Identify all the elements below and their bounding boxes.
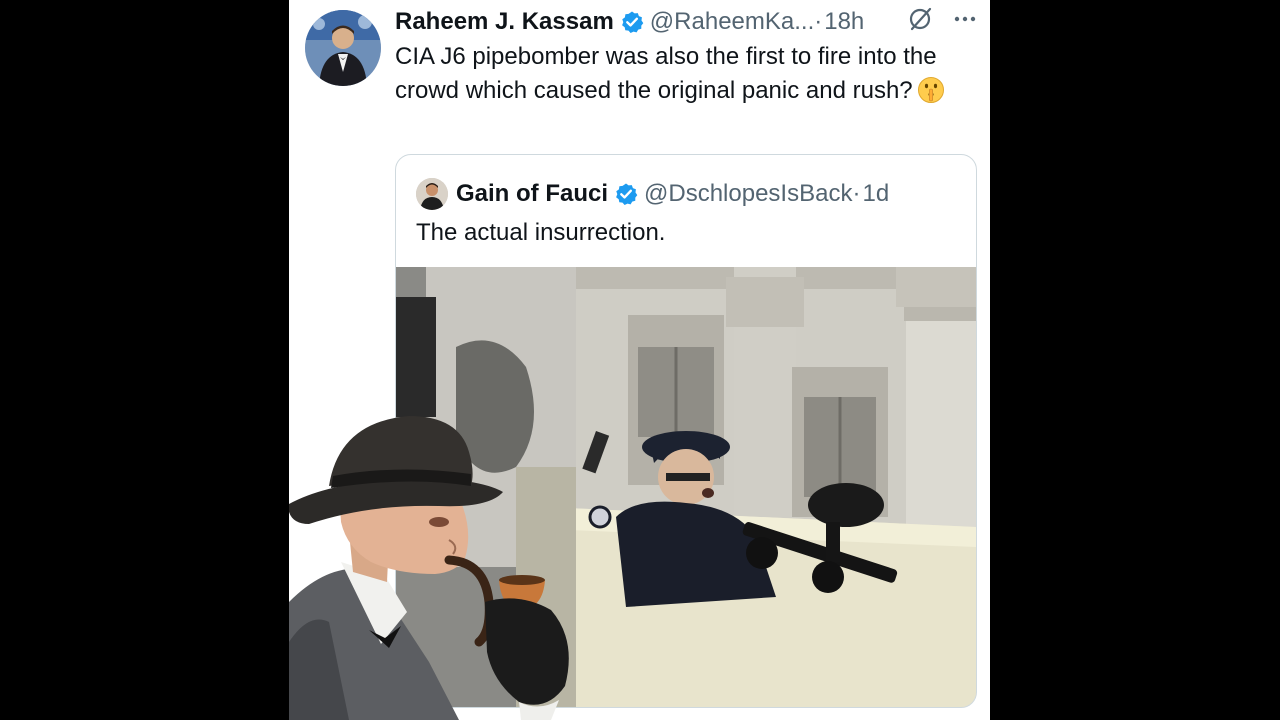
quote-timestamp[interactable]: 1d xyxy=(862,180,889,208)
tweet-body: CIA J6 pipebomber was also the first to … xyxy=(395,43,937,104)
verified-badge-icon xyxy=(620,10,644,34)
tweet-header: Raheem J. Kassam @RaheemKa... · 18h xyxy=(395,6,978,38)
more-icon[interactable] xyxy=(952,6,978,39)
quoted-tweet[interactable]: Gain of Fauci @DschlopesIsBack · 1d The … xyxy=(395,154,977,708)
quote-media-image[interactable] xyxy=(396,267,976,707)
grok-icon[interactable] xyxy=(908,6,934,39)
separator-dot: · xyxy=(852,180,861,207)
verified-badge-icon xyxy=(614,182,638,206)
author-handle[interactable]: @RaheemKa... xyxy=(650,8,814,36)
quote-author-handle[interactable]: @DschlopesIsBack xyxy=(644,180,852,208)
author-avatar[interactable] xyxy=(305,10,381,86)
quote-header: Gain of Fauci @DschlopesIsBack · 1d xyxy=(416,177,889,211)
tweet-text: CIA J6 pipebomber was also the first to … xyxy=(395,40,965,108)
author-name[interactable]: Raheem J. Kassam xyxy=(395,8,614,36)
quote-text: The actual insurrection. xyxy=(416,219,666,246)
separator-dot: · xyxy=(814,8,823,35)
shushing-face-emoji xyxy=(917,76,945,104)
tweet-card[interactable]: Raheem J. Kassam @RaheemKa... · 18h CIA … xyxy=(289,0,990,720)
timestamp[interactable]: 18h xyxy=(824,8,864,36)
quote-author-avatar[interactable] xyxy=(416,178,448,210)
quote-author-name[interactable]: Gain of Fauci xyxy=(456,180,608,208)
